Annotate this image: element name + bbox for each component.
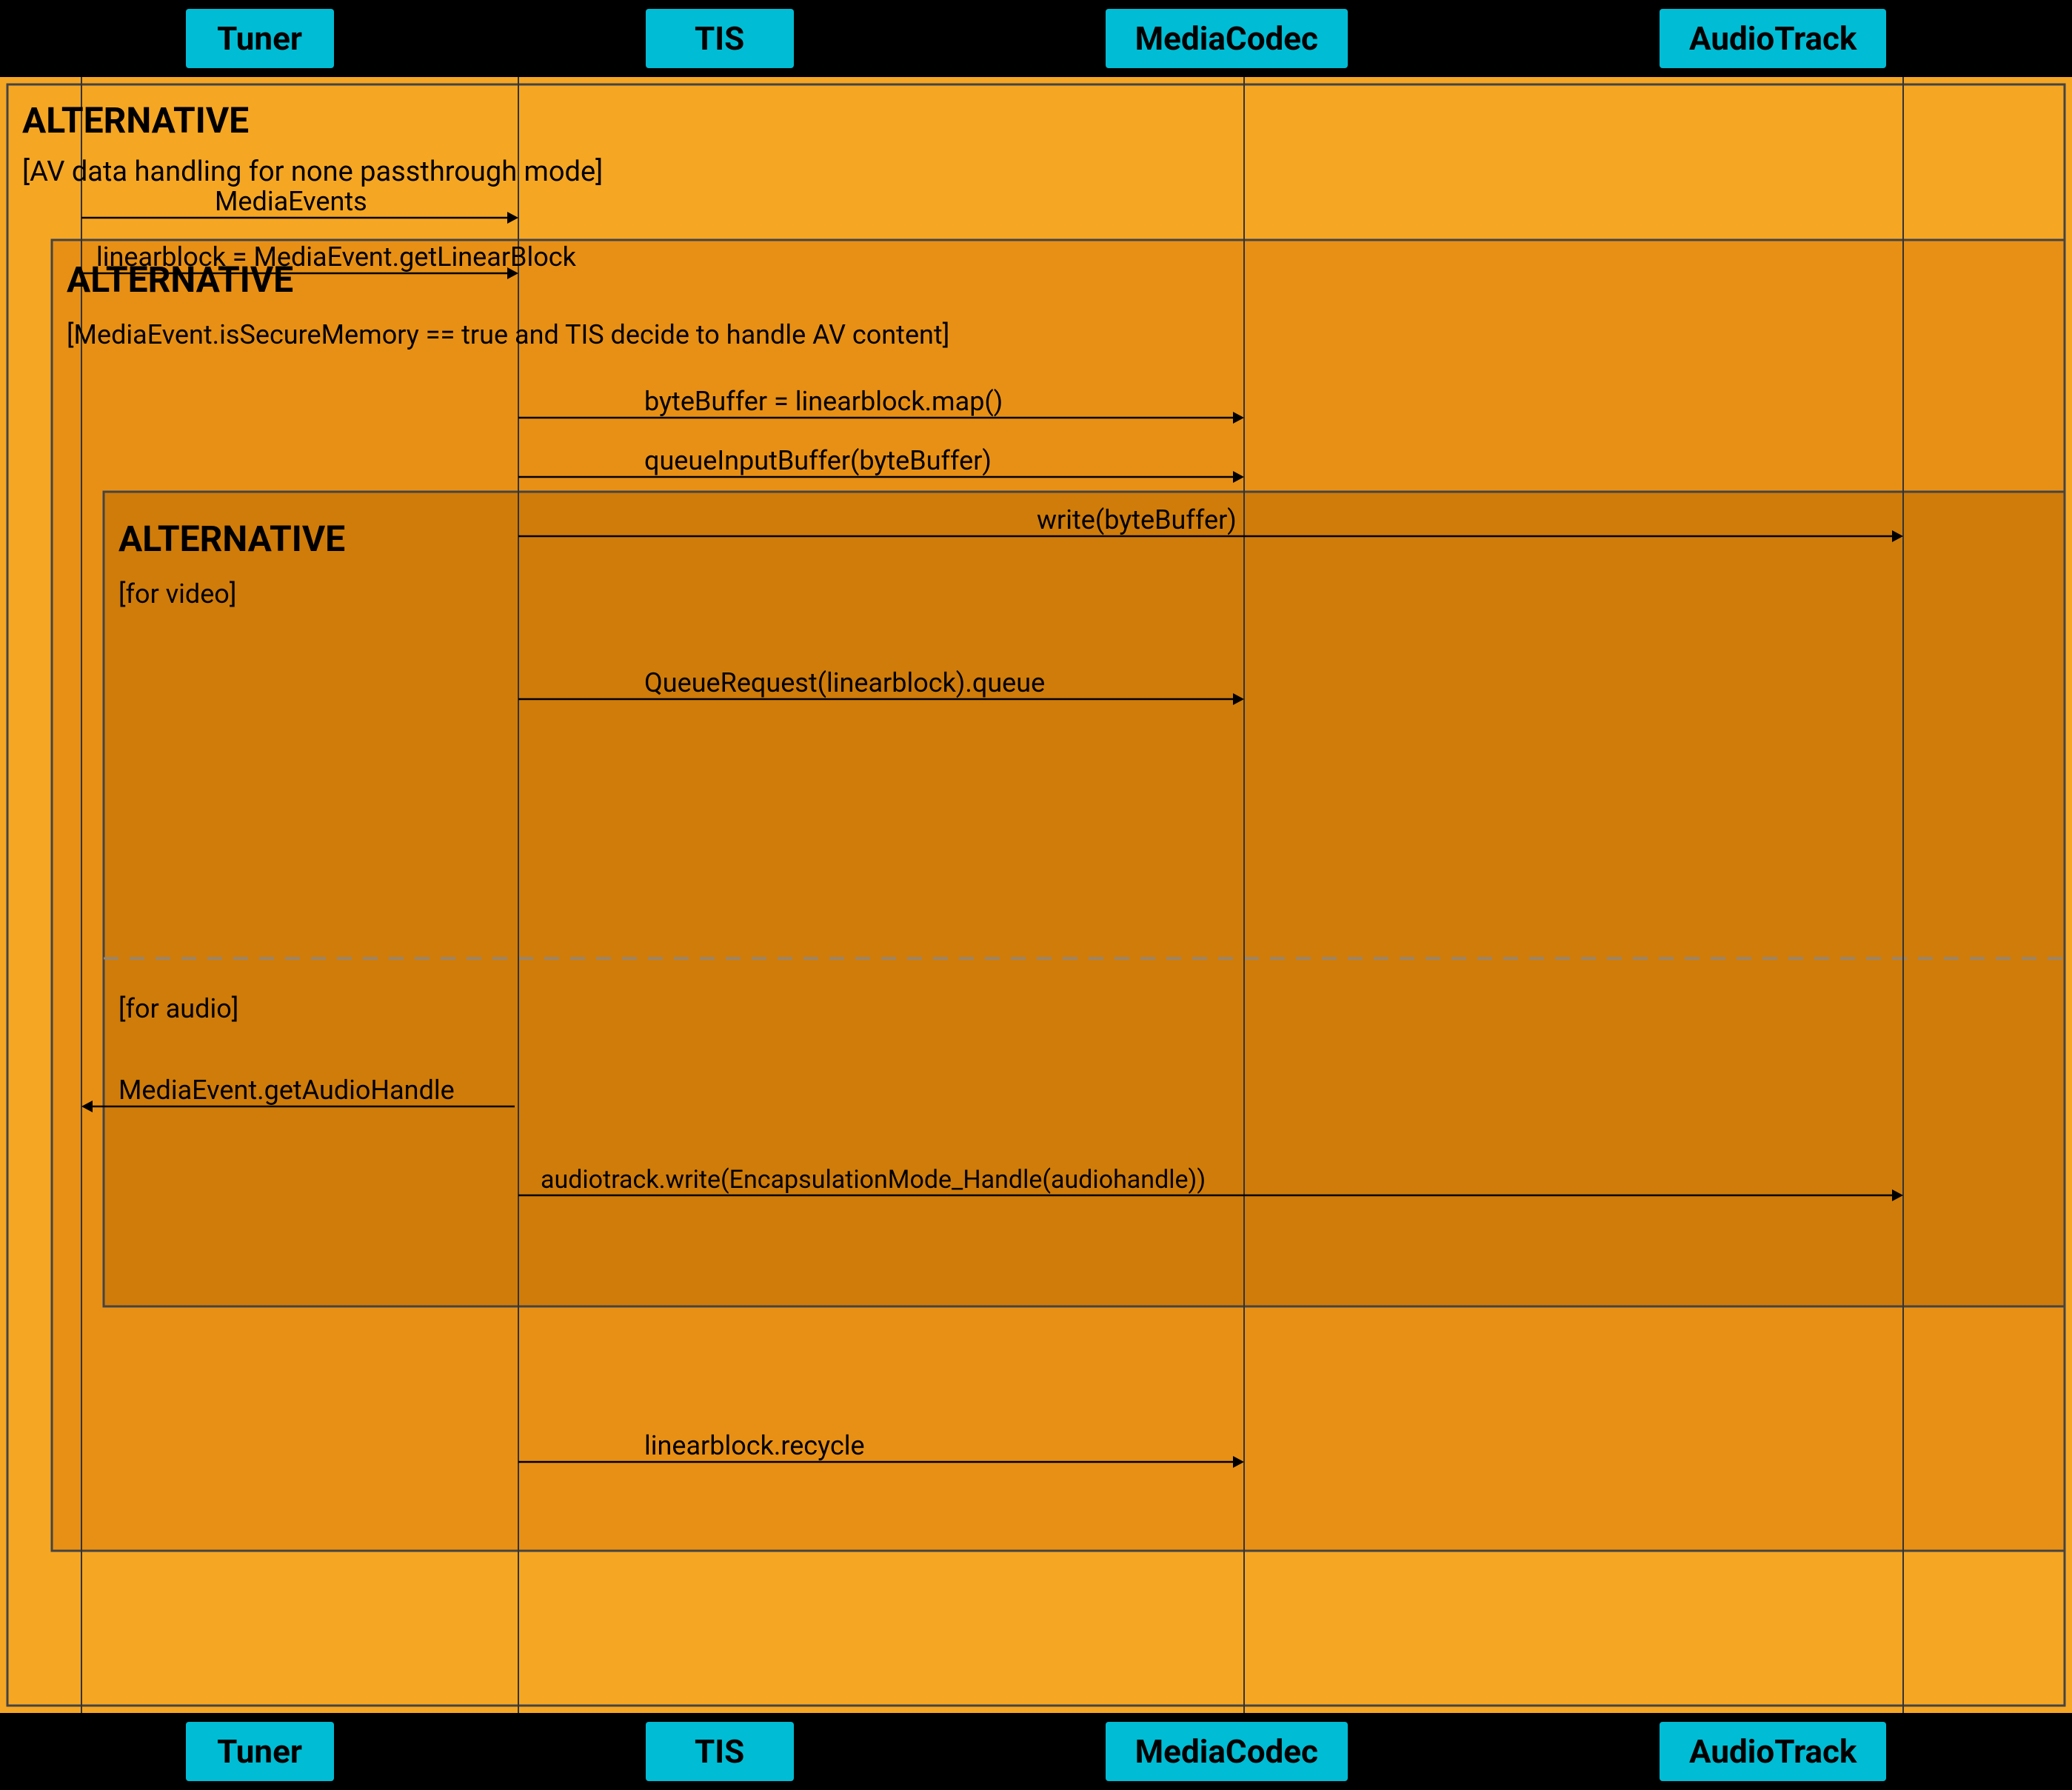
footer-bar: Tuner TIS MediaCodec AudioTrack <box>0 1713 2072 1790</box>
svg-text:write(byteBuffer): write(byteBuffer) <box>1037 504 1237 535</box>
svg-text:MediaEvents: MediaEvents <box>215 186 367 217</box>
svg-text:queueInputBuffer(byteBuffer): queueInputBuffer(byteBuffer) <box>644 445 992 476</box>
svg-text:audiotrack.write(Encapsulation: audiotrack.write(EncapsulationMode_Handl… <box>541 1165 1206 1195</box>
svg-text:[AV data handling for none pas: [AV data handling for none passthrough m… <box>22 156 603 188</box>
svg-text:[for audio]: [for audio] <box>118 993 238 1024</box>
header-tuner: Tuner <box>186 9 334 68</box>
footer-mediacodec: MediaCodec <box>1106 1722 1348 1781</box>
diagram-area: ALTERNATIVE [AV data handling for none p… <box>0 77 2072 1713</box>
sequence-diagram: Tuner TIS MediaCodec AudioTrack <box>0 0 2072 1790</box>
svg-text:ALTERNATIVE: ALTERNATIVE <box>22 99 249 141</box>
svg-text:ALTERNATIVE: ALTERNATIVE <box>67 258 293 301</box>
header-bar: Tuner TIS MediaCodec AudioTrack <box>0 0 2072 77</box>
footer-tis: TIS <box>646 1722 794 1781</box>
footer-audiotrack: AudioTrack <box>1660 1722 1886 1781</box>
header-mediacodec: MediaCodec <box>1106 9 1348 68</box>
svg-text:[for video]: [for video] <box>118 578 236 610</box>
svg-text:linearblock.recycle: linearblock.recycle <box>644 1430 865 1461</box>
footer-tuner: Tuner <box>186 1722 334 1781</box>
svg-text:MediaEvent.getAudioHandle: MediaEvent.getAudioHandle <box>118 1075 455 1106</box>
svg-text:QueueRequest(linearblock).queu: QueueRequest(linearblock).queue <box>644 667 1045 698</box>
svg-text:byteBuffer = linearblock.map(): byteBuffer = linearblock.map() <box>644 386 1003 417</box>
svg-text:ALTERNATIVE: ALTERNATIVE <box>118 518 345 560</box>
svg-text:[MediaEvent.isSecureMemory ==: [MediaEvent.isSecureMemory == true and T… <box>67 319 949 350</box>
header-tis: TIS <box>646 9 794 68</box>
header-audiotrack: AudioTrack <box>1660 9 1886 68</box>
